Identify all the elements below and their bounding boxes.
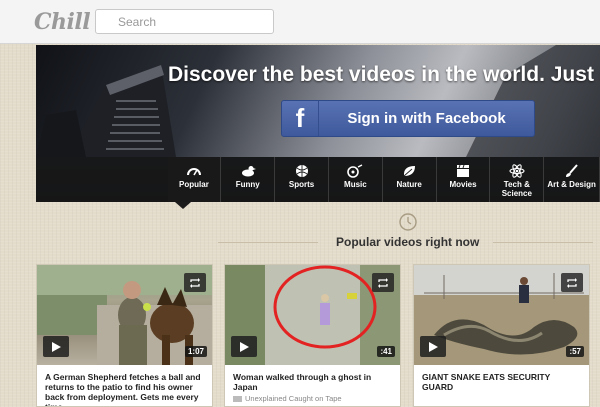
music-icon [347,164,363,178]
category-label: Nature [396,180,422,189]
video-card[interactable]: :57 GIANT SNAKE EATS SECURITY GUARD [413,264,590,407]
category-music[interactable]: Music [329,157,383,202]
play-button[interactable] [43,336,69,357]
repeat-icon [378,277,388,288]
category-label: Music [344,180,367,189]
repeat-icon [567,277,577,288]
leaf-icon [403,166,416,177]
facebook-signin-label: Sign in with Facebook [347,110,506,127]
video-thumbnail[interactable]: 1:07 [37,265,212,365]
hero-headline: Discover the best videos in the world. J… [168,63,600,86]
facebook-signin-button[interactable]: f Sign in with Facebook [281,100,535,137]
clapper-icon [457,164,469,177]
category-sports[interactable]: Sports [275,157,329,202]
section-title: Popular videos right now [336,235,480,249]
video-thumbnail[interactable]: :41 [225,265,400,365]
play-icon [428,341,438,352]
video-title[interactable]: Woman walked through a ghost in Japan [225,365,400,392]
category-movies[interactable]: Movies [437,157,491,202]
facebook-icon: f [282,101,319,136]
hero-banner: Discover the best videos in the world. J… [36,45,600,202]
category-popular[interactable]: Popular [167,157,222,202]
search-input[interactable] [95,9,274,34]
repeat-button[interactable] [372,273,394,292]
divider-right [493,242,593,243]
video-title[interactable]: A German Shepherd fetches a ball and ret… [37,365,212,406]
video-card[interactable]: :41 Woman walked through a ghost in Japa… [224,264,401,407]
category-tech-science[interactable]: Tech & Science [490,157,545,202]
ball-icon [295,165,308,177]
play-button[interactable] [420,336,446,357]
category-label-line1: Tech & [503,180,530,189]
category-label: Popular [179,180,209,189]
category-art-design[interactable]: Art & Design [544,157,600,202]
video-duration: :57 [566,346,584,357]
play-icon [51,341,61,352]
video-title[interactable]: GIANT SNAKE EATS SECURITY GUARD [414,365,589,392]
category-funny[interactable]: Funny [221,157,276,202]
active-category-pointer [175,202,191,209]
category-nature[interactable]: Nature [383,157,437,202]
gauge-icon [186,168,201,176]
duck-icon [241,166,256,177]
brush-icon [565,164,578,177]
category-label: Funny [235,180,260,189]
repeat-button[interactable] [184,273,206,292]
repeat-icon [190,277,200,288]
category-label: Tech & Science [502,180,532,198]
category-label: Art & Design [547,180,596,189]
play-button[interactable] [231,336,257,357]
video-meta: Unexplained Caught on Tape [225,392,400,403]
repeat-button[interactable] [561,273,583,292]
category-bar: Popular Funny Sports Music Nature Movies… [36,157,600,202]
video-thumbnail[interactable]: :57 [414,265,589,365]
play-icon [239,341,249,352]
logo[interactable]: Chill [34,9,91,35]
divider-left [218,242,318,243]
category-label: Sports [288,180,315,189]
channel-icon [233,395,242,402]
top-bar: Chill [0,0,600,44]
category-label-line2: Science [501,189,532,198]
atom-icon [509,164,525,178]
video-duration: :41 [377,346,395,357]
video-duration: 1:07 [184,346,207,357]
video-card[interactable]: 1:07 A German Shepherd fetches a ball an… [36,264,213,407]
clock-icon [399,213,417,231]
category-label: Movies [449,180,477,189]
video-channel[interactable]: Unexplained Caught on Tape [245,394,342,403]
category-bar-spacer [36,157,168,202]
